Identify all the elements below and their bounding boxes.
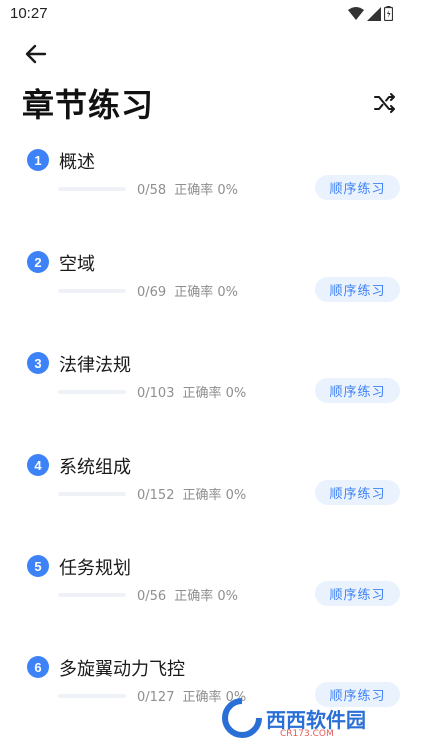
chapter-item[interactable]: 3 法律法规 0/103 正确率 0% 顺序练习 <box>0 352 423 442</box>
chapter-number-badge: 3 <box>27 352 49 374</box>
chapter-title: 法律法规 <box>59 355 131 376</box>
battery-icon <box>384 6 393 21</box>
sequential-practice-button[interactable]: 顺序练习 <box>315 277 400 302</box>
chapter-number-badge: 4 <box>27 454 49 476</box>
progress-text: 0/56 正确率 0% <box>137 585 238 604</box>
chapter-title: 概述 <box>59 152 95 173</box>
wifi-icon <box>348 6 364 20</box>
accuracy-text: 正确率 0% <box>182 386 247 401</box>
watermark-logo: 西西软件园 CR173.COM <box>222 693 412 743</box>
watermark-subtext: CR173.COM <box>280 729 334 739</box>
progress-bar <box>58 289 126 293</box>
page-title: 章节练习 <box>22 86 155 124</box>
sequential-practice-button[interactable]: 顺序练习 <box>315 378 400 403</box>
shuffle-button[interactable] <box>372 90 398 116</box>
chapter-title: 空域 <box>59 254 95 275</box>
progress-text: 0/103 正确率 0% <box>137 382 246 401</box>
done-count: 0/56 <box>137 589 167 604</box>
sequential-practice-button[interactable]: 顺序练习 <box>315 581 400 606</box>
progress-bar <box>58 593 126 597</box>
chapter-title: 系统组成 <box>59 457 131 478</box>
progress-bar <box>58 390 126 394</box>
chapter-number-badge: 6 <box>27 656 49 678</box>
status-icons <box>348 6 393 21</box>
chapter-item[interactable]: 2 空域 0/69 正确率 0% 顺序练习 <box>0 251 423 341</box>
chapter-title: 多旋翼动力飞控 <box>59 659 185 680</box>
progress-text: 0/152 正确率 0% <box>137 484 246 503</box>
status-bar: 10:27 <box>0 0 423 30</box>
progress-bar <box>58 492 126 496</box>
back-button[interactable] <box>22 40 50 68</box>
done-count: 0/127 <box>137 690 175 705</box>
chapter-title: 任务规划 <box>59 558 131 579</box>
chapter-item[interactable]: 5 任务规划 0/56 正确率 0% 顺序练习 <box>0 555 423 645</box>
chapter-item[interactable]: 4 系统组成 0/152 正确率 0% 顺序练习 <box>0 454 423 544</box>
progress-text: 0/69 正确率 0% <box>137 281 238 300</box>
accuracy-text: 正确率 0% <box>174 285 238 300</box>
progress-bar <box>58 187 126 191</box>
signal-icon <box>367 6 381 21</box>
done-count: 0/103 <box>137 386 175 401</box>
accuracy-text: 正确率 0% <box>174 183 238 198</box>
chapter-item[interactable]: 1 概述 0/58 正确率 0% 顺序练习 <box>0 149 423 239</box>
progress-bar <box>58 694 126 698</box>
accuracy-text: 正确率 0% <box>182 488 247 503</box>
chapter-number-badge: 1 <box>27 149 49 171</box>
accuracy-text: 正确率 0% <box>174 589 238 604</box>
chapter-number-badge: 2 <box>27 251 49 273</box>
status-time: 10:27 <box>10 5 48 22</box>
shuffle-icon <box>374 93 395 113</box>
sequential-practice-button[interactable]: 顺序练习 <box>315 175 400 200</box>
done-count: 0/152 <box>137 488 175 503</box>
chapter-number-badge: 5 <box>27 555 49 577</box>
done-count: 0/69 <box>137 285 167 300</box>
progress-text: 0/58 正确率 0% <box>137 179 238 198</box>
watermark-c-icon <box>222 698 262 738</box>
sequential-practice-button[interactable]: 顺序练习 <box>315 480 400 505</box>
arrow-left-icon <box>25 44 47 64</box>
done-count: 0/58 <box>137 183 167 198</box>
